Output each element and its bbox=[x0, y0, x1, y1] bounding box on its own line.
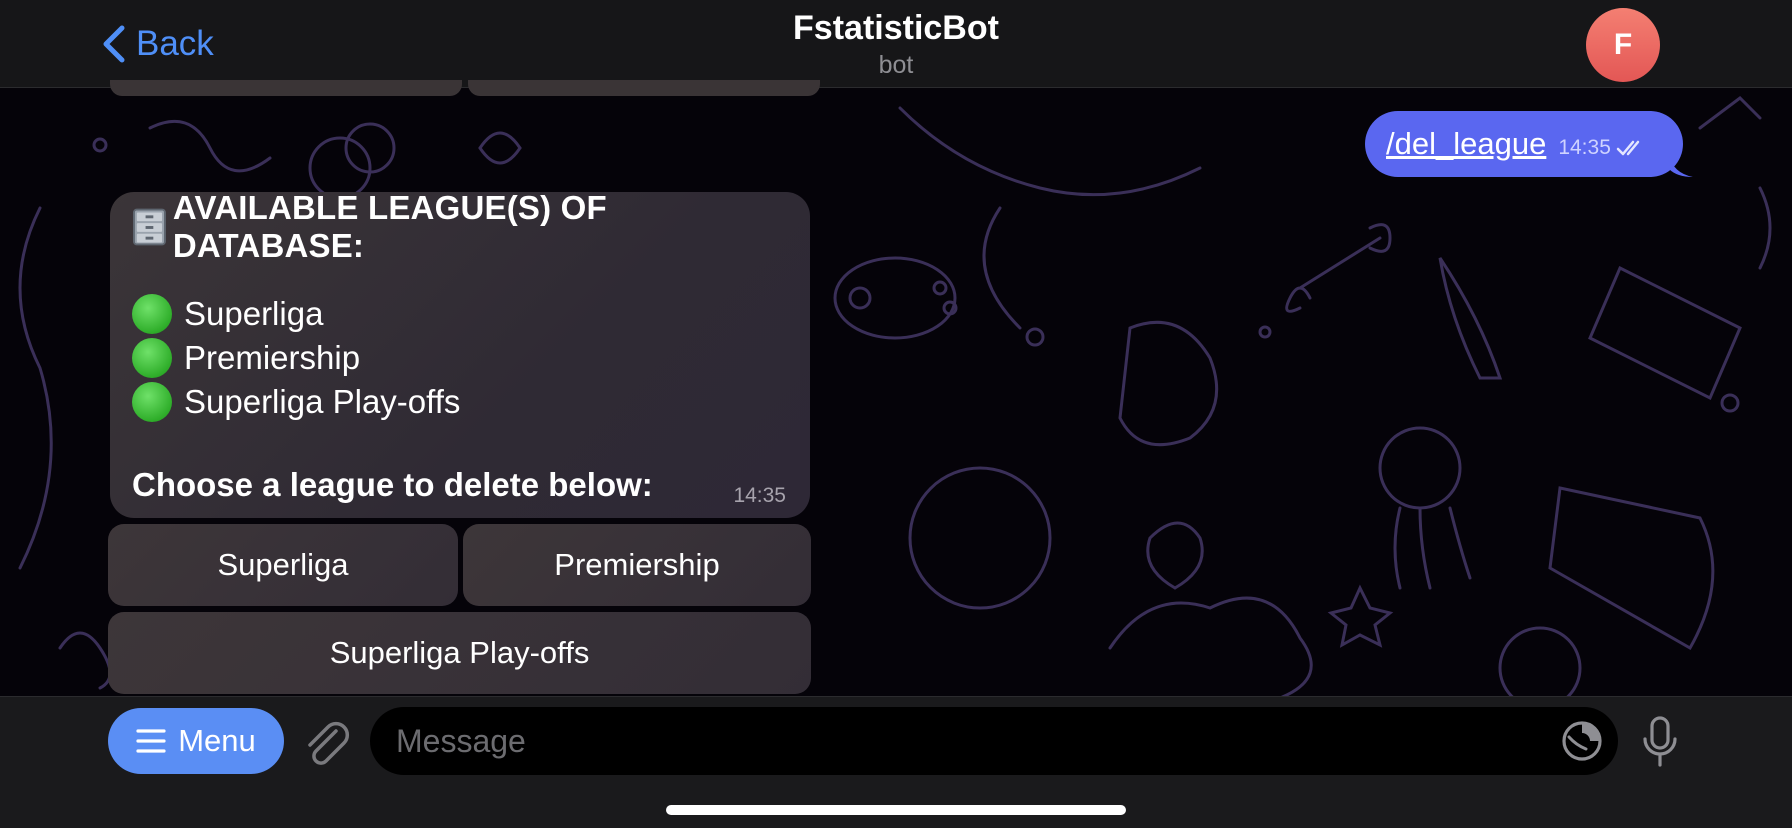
microphone-icon[interactable] bbox=[1640, 715, 1680, 769]
hamburger-icon bbox=[136, 729, 166, 753]
prompt-text: Choose a league to delete below: bbox=[132, 466, 653, 503]
double-check-icon bbox=[1616, 140, 1640, 156]
message-time: 14:35 bbox=[733, 484, 786, 507]
paperclip-icon[interactable] bbox=[302, 717, 350, 769]
home-indicator bbox=[666, 805, 1126, 815]
chat-title-block[interactable]: FstatisticBot bot bbox=[0, 6, 1792, 80]
outgoing-message[interactable]: /del_league 14:35 bbox=[1365, 111, 1693, 177]
input-bar: Menu Message bbox=[0, 696, 1792, 828]
league-name: Premiership bbox=[184, 339, 361, 376]
message-header: AVAILABLE LEAGUE(S) OF DATABASE: bbox=[132, 189, 788, 264]
keyboard-button-superliga-play-offs[interactable]: Superliga Play-offs bbox=[108, 612, 811, 694]
league-list: Superliga Premiership Superliga Play-off… bbox=[132, 292, 788, 424]
message-placeholder: Message bbox=[396, 722, 526, 759]
file-cabinet-icon bbox=[132, 208, 166, 246]
chat-title: FstatisticBot bbox=[793, 9, 999, 47]
green-circle-icon bbox=[132, 338, 172, 378]
avatar[interactable]: F bbox=[1586, 8, 1660, 82]
list-item: Premiership bbox=[132, 336, 788, 380]
league-name: Superliga bbox=[184, 295, 324, 332]
previous-keyboard-button[interactable] bbox=[110, 80, 462, 96]
menu-button[interactable]: Menu bbox=[108, 708, 284, 774]
list-item: Superliga bbox=[132, 292, 788, 336]
keyboard-button-premiership[interactable]: Premiership bbox=[463, 524, 811, 606]
incoming-message: AVAILABLE LEAGUE(S) OF DATABASE: Superli… bbox=[110, 189, 810, 518]
keyboard-button-superliga[interactable]: Superliga bbox=[108, 524, 458, 606]
bubble-tail bbox=[1669, 155, 1693, 177]
message-time: 14:35 bbox=[1558, 136, 1611, 159]
chat-header: Back FstatisticBot bot F bbox=[0, 0, 1792, 88]
previous-keyboard-button[interactable] bbox=[468, 80, 820, 96]
sticker-icon[interactable] bbox=[1560, 719, 1604, 763]
chat-subtitle: bot bbox=[878, 51, 914, 79]
message-heading: AVAILABLE LEAGUE(S) OF DATABASE: bbox=[172, 189, 607, 264]
menu-label: Menu bbox=[178, 723, 256, 758]
green-circle-icon bbox=[132, 382, 172, 422]
league-name: Superliga Play-offs bbox=[184, 383, 461, 420]
command-link[interactable]: /del_league bbox=[1386, 126, 1546, 162]
green-circle-icon bbox=[132, 294, 172, 334]
list-item: Superliga Play-offs bbox=[132, 380, 788, 424]
message-input[interactable]: Message bbox=[370, 707, 1618, 775]
